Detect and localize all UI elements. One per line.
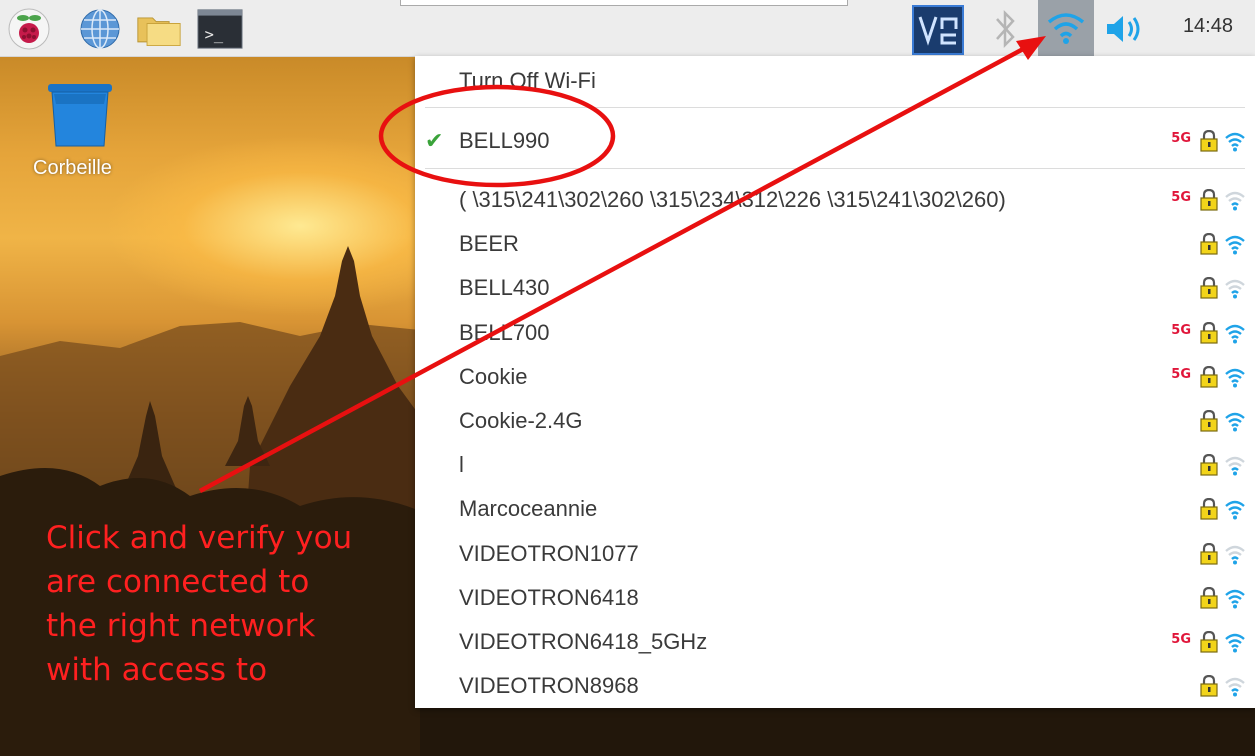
network-item[interactable]: VIDEOTRON6418 [415,576,1255,620]
signal-weak-icon [1224,454,1246,481]
signal-strong-icon [1224,587,1246,614]
network-name: BELL430 [459,275,550,301]
network-name: BELL990 [459,128,550,153]
lock-icon [1199,542,1219,570]
lock-icon [1199,321,1219,349]
trash-icon[interactable] [44,82,116,152]
band-5g-badge: 5G [1171,190,1191,205]
band-5g-badge: 5G [1171,366,1191,382]
checkmark-icon: ✔ [425,128,444,153]
wifi-network-menu: Turn Off Wi-Fi ✔ BELL990 5G ( \315\241\3… [415,56,1255,708]
menu-separator [425,168,1245,169]
signal-weak-icon [1224,675,1246,702]
lock-icon [1199,188,1219,216]
annotation-line: the right network [46,608,316,644]
turn-off-wifi-item[interactable]: Turn Off Wi-Fi [415,59,1255,103]
band-5g-badge: 5G [1171,632,1191,647]
signal-strong-icon [1224,631,1246,658]
terminal-icon[interactable]: >_ [197,6,243,52]
lock-icon [1199,129,1219,157]
trash-label[interactable]: Corbeille [33,157,112,180]
clock[interactable]: 14:48 [1183,15,1233,38]
signal-strong-icon [1224,322,1246,349]
signal-strong-icon [1224,498,1246,525]
network-name: VIDEOTRON6418_5GHz [459,629,708,654]
network-name: l [459,452,464,478]
annotation-line: are connected to [46,564,310,600]
raspberry-menu-icon[interactable] [6,6,52,52]
signal-weak-icon [1224,277,1246,304]
band-5g-badge: 5G [1171,131,1191,146]
lock-icon [1199,233,1219,260]
network-item-connected[interactable]: ✔ BELL990 5G [415,119,1255,163]
annotation-line: with access to [46,652,268,688]
signal-weak-icon [1224,189,1246,216]
volume-icon[interactable] [1102,6,1148,52]
vnc-icon[interactable] [912,4,964,56]
network-item[interactable]: BELL430 [415,266,1255,310]
network-name: Cookie [459,363,528,389]
file-manager-icon[interactable] [136,6,182,52]
network-name: ( \315\241\302\260 \315\234\312\226 \315… [459,187,1006,212]
network-item[interactable]: VIDEOTRON1077 [415,532,1255,576]
network-name: BEER [459,231,519,257]
signal-strong-icon [1224,410,1246,437]
lock-icon [1199,498,1219,525]
signal-strong-icon [1224,130,1246,157]
lock-icon [1199,365,1219,393]
terminal-glyph: >_ [205,26,224,44]
menu-item-label: Turn Off Wi-Fi [459,68,596,93]
band-5g-badge: 5G [1171,322,1191,338]
network-name: Marcoceannie [459,496,598,522]
lock-icon [1199,277,1219,304]
signal-strong-icon [1224,366,1246,393]
network-item[interactable]: Cookie-2.4G [415,399,1255,443]
network-item[interactable]: ( \315\241\302\260 \315\234\312\226 \315… [415,178,1255,222]
lock-icon [1199,586,1219,614]
signal-weak-icon [1224,543,1246,570]
lock-icon [1199,454,1219,481]
bluetooth-icon[interactable] [982,6,1028,52]
signal-strong-icon [1224,233,1246,260]
network-name: VIDEOTRON8968 [459,673,639,699]
network-item[interactable]: VIDEOTRON8968 [415,664,1255,708]
lock-icon [1199,675,1219,702]
lock-icon [1199,409,1219,437]
network-item[interactable]: VIDEOTRON6418_5GHz 5G [415,620,1255,664]
network-item[interactable]: l [415,443,1255,487]
network-name: VIDEOTRON6418 [459,584,639,610]
lock-icon [1199,630,1219,658]
wifi-icon[interactable] [1038,0,1094,56]
network-name: VIDEOTRON1077 [459,540,639,566]
menu-separator [425,107,1245,108]
annotation-line: Click and verify you [46,520,353,556]
network-item[interactable]: BELL700 5G [415,311,1255,355]
network-name: Cookie-2.4G [459,408,583,433]
search-field-edge[interactable] [400,0,848,6]
network-name: BELL700 [459,319,550,345]
network-item[interactable]: Cookie 5G [415,355,1255,399]
taskbar: >_ 14:48 [0,0,1255,57]
network-item[interactable]: Marcoceannie [415,487,1255,531]
web-browser-icon[interactable] [77,6,123,52]
network-item[interactable]: BEER [415,222,1255,266]
annotation-text: Click and verify you are connected to th… [46,516,386,692]
